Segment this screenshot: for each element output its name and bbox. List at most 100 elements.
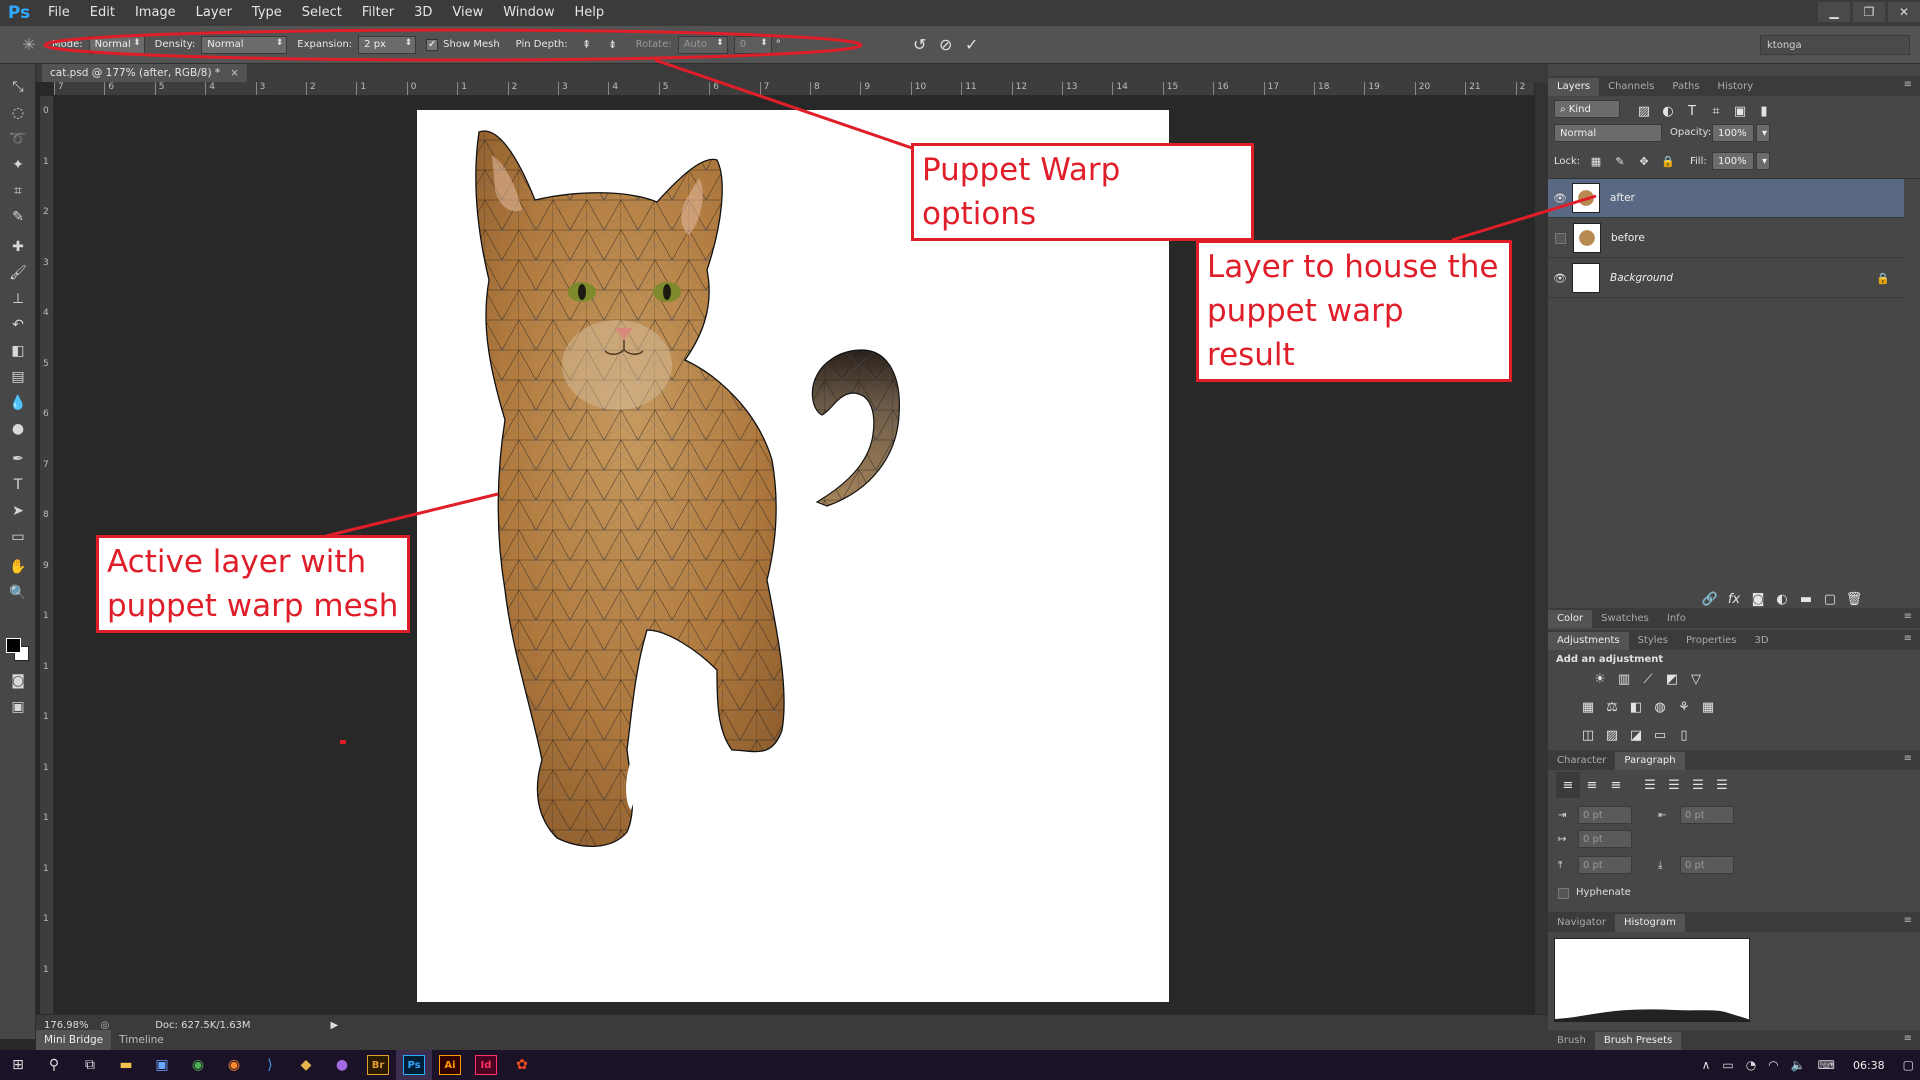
healing-brush-icon[interactable]: ✚ xyxy=(6,236,30,258)
pixel-filter-icon[interactable]: ▨ xyxy=(1632,98,1656,124)
lock-image-icon[interactable]: ✎ xyxy=(1608,148,1632,174)
align-right-icon[interactable]: ≡ xyxy=(1604,772,1628,798)
type-tool-icon[interactable]: T xyxy=(6,474,30,496)
indent-right-input[interactable]: 0 pt xyxy=(1680,806,1734,824)
figma-icon[interactable]: ✿ xyxy=(504,1050,540,1080)
tab-histogram[interactable]: Histogram xyxy=(1614,914,1685,932)
tab-history[interactable]: History xyxy=(1709,78,1763,96)
path-select-tool-icon[interactable]: ➤ xyxy=(6,500,30,522)
tab-layers[interactable]: Layers xyxy=(1548,78,1600,96)
justify-right-icon[interactable]: ☰ xyxy=(1686,772,1710,798)
tab-properties[interactable]: Properties xyxy=(1677,632,1746,650)
blend-mode-select[interactable]: Normal xyxy=(1554,124,1662,142)
illustrator-icon[interactable]: Ai xyxy=(432,1050,468,1080)
menu-select[interactable]: Select xyxy=(292,0,352,26)
show-mesh-checkbox[interactable]: ✓ xyxy=(426,38,439,51)
exposure-icon[interactable]: ◩ xyxy=(1660,666,1684,692)
brightness-contrast-icon[interactable]: ☀ xyxy=(1588,666,1612,692)
dodge-tool-icon[interactable]: ● xyxy=(6,418,30,440)
menu-image[interactable]: Image xyxy=(125,0,186,26)
network-icon[interactable]: ◔ xyxy=(1740,1058,1762,1072)
menu-layer[interactable]: Layer xyxy=(186,0,242,26)
commit-transform-icon[interactable]: ✓ xyxy=(959,32,985,58)
chrome-icon[interactable]: ◉ xyxy=(180,1050,216,1080)
photo-filter-icon[interactable]: ◍ xyxy=(1648,694,1672,720)
lasso-tool-icon[interactable]: ➰ xyxy=(6,128,30,150)
tab-character[interactable]: Character xyxy=(1548,752,1615,770)
lock-all-icon[interactable]: 🔒 xyxy=(1656,148,1680,174)
minimize-icon[interactable]: ▁ xyxy=(1818,2,1850,22)
visibility-toggle-empty[interactable] xyxy=(1555,232,1566,244)
photoshop-taskbar-icon[interactable]: Ps xyxy=(396,1050,432,1080)
menu-3d[interactable]: 3D xyxy=(404,0,442,26)
document-tab[interactable]: cat.psd @ 177% (after, RGB/8) * × xyxy=(42,64,247,82)
hand-tool-icon[interactable]: ✋ xyxy=(6,556,30,578)
panel-menu-icon[interactable]: ≡ xyxy=(1904,1033,1912,1044)
tab-brush[interactable]: Brush xyxy=(1548,1032,1595,1050)
gradient-tool-icon[interactable]: ▤ xyxy=(6,366,30,388)
layer-row-background[interactable]: 👁 Background 🔒 xyxy=(1548,259,1904,298)
menu-help[interactable]: Help xyxy=(565,0,615,26)
fill-input[interactable]: 100% xyxy=(1712,152,1754,170)
tab-channels[interactable]: Channels xyxy=(1599,78,1663,96)
black-white-icon[interactable]: ◧ xyxy=(1624,694,1648,720)
brush-tool-icon[interactable]: 🖌 xyxy=(6,262,30,284)
tab-brush-presets[interactable]: Brush Presets xyxy=(1594,1032,1682,1050)
tab-timeline[interactable]: Timeline xyxy=(111,1030,172,1050)
posterize-icon[interactable]: ▨ xyxy=(1600,722,1624,748)
lock-transparent-icon[interactable]: ▦ xyxy=(1584,148,1608,174)
battery-icon[interactable]: ▭ xyxy=(1716,1058,1739,1072)
channel-mixer-icon[interactable]: ⚘ xyxy=(1672,694,1696,720)
pin-backward-icon[interactable]: ⇟ xyxy=(600,32,626,58)
justify-all-icon[interactable]: ☰ xyxy=(1710,772,1734,798)
layer-row-before[interactable]: before xyxy=(1548,219,1904,258)
notification-icon[interactable]: ▢ xyxy=(1897,1058,1920,1072)
panel-menu-icon[interactable]: ≡ xyxy=(1904,611,1912,622)
opacity-dropdown-icon[interactable]: ▾ xyxy=(1756,124,1770,142)
pen-tool-icon[interactable]: ✒ xyxy=(6,448,30,470)
tab-mini-bridge[interactable]: Mini Bridge xyxy=(36,1030,112,1050)
lock-position-icon[interactable]: ✥ xyxy=(1632,148,1656,174)
remove-all-pins-icon[interactable]: ↺ xyxy=(907,32,933,58)
pin-forward-icon[interactable]: ⇞ xyxy=(574,32,600,58)
shape-tool-icon[interactable]: ▭ xyxy=(6,526,30,548)
wifi-icon[interactable]: ◠ xyxy=(1762,1058,1784,1072)
menu-window[interactable]: Window xyxy=(493,0,564,26)
taskbar-clock[interactable]: 06:38 xyxy=(1841,1059,1897,1072)
tab-swatches[interactable]: Swatches xyxy=(1592,610,1658,628)
marquee-tool-icon[interactable]: ◌ xyxy=(6,102,30,124)
panel-menu-icon[interactable]: ≡ xyxy=(1904,753,1912,764)
firefox-icon[interactable]: ◉ xyxy=(216,1050,252,1080)
gradient-map-icon[interactable]: ▯ xyxy=(1672,722,1696,748)
menu-file[interactable]: File xyxy=(38,0,80,26)
color-balance-icon[interactable]: ⚖ xyxy=(1600,694,1624,720)
app-purple-icon[interactable]: ● xyxy=(324,1050,360,1080)
zoom-tool-icon[interactable]: 🔍 xyxy=(6,582,30,604)
rotate-degrees-input[interactable]: 0 xyxy=(733,35,772,54)
space-before-input[interactable]: 0 pt xyxy=(1578,856,1632,874)
close-icon[interactable]: ✕ xyxy=(1888,2,1920,22)
visibility-eye-icon[interactable]: 👁 xyxy=(1548,192,1572,205)
task-view-icon[interactable]: ⧉ xyxy=(72,1050,108,1080)
blur-tool-icon[interactable]: 💧 xyxy=(6,392,30,414)
eraser-tool-icon[interactable]: ◧ xyxy=(6,340,30,362)
menu-view[interactable]: View xyxy=(442,0,493,26)
selective-color-icon[interactable]: ▭ xyxy=(1648,722,1672,748)
store-icon[interactable]: ▣ xyxy=(144,1050,180,1080)
tab-3d[interactable]: 3D xyxy=(1746,632,1778,650)
expansion-input[interactable]: 2 px xyxy=(358,35,417,54)
indesign-icon[interactable]: Id xyxy=(468,1050,504,1080)
hue-saturation-icon[interactable]: ▦ xyxy=(1576,694,1600,720)
puppet-warp-tool-icon[interactable]: ✳ xyxy=(16,32,42,58)
history-brush-icon[interactable]: ↶ xyxy=(6,314,30,336)
windows-start-icon[interactable]: ⊞ xyxy=(0,1050,36,1080)
tab-styles[interactable]: Styles xyxy=(1629,632,1677,650)
cat-image-with-mesh[interactable] xyxy=(417,110,1169,1002)
levels-icon[interactable]: ▥ xyxy=(1612,666,1636,692)
git-icon[interactable]: ◆ xyxy=(288,1050,324,1080)
bridge-icon[interactable]: Br xyxy=(360,1050,396,1080)
foreground-color-swatch[interactable] xyxy=(6,638,21,653)
tab-info[interactable]: Info xyxy=(1658,610,1695,628)
justify-left-icon[interactable]: ☰ xyxy=(1638,772,1662,798)
tab-color[interactable]: Color xyxy=(1548,610,1593,628)
